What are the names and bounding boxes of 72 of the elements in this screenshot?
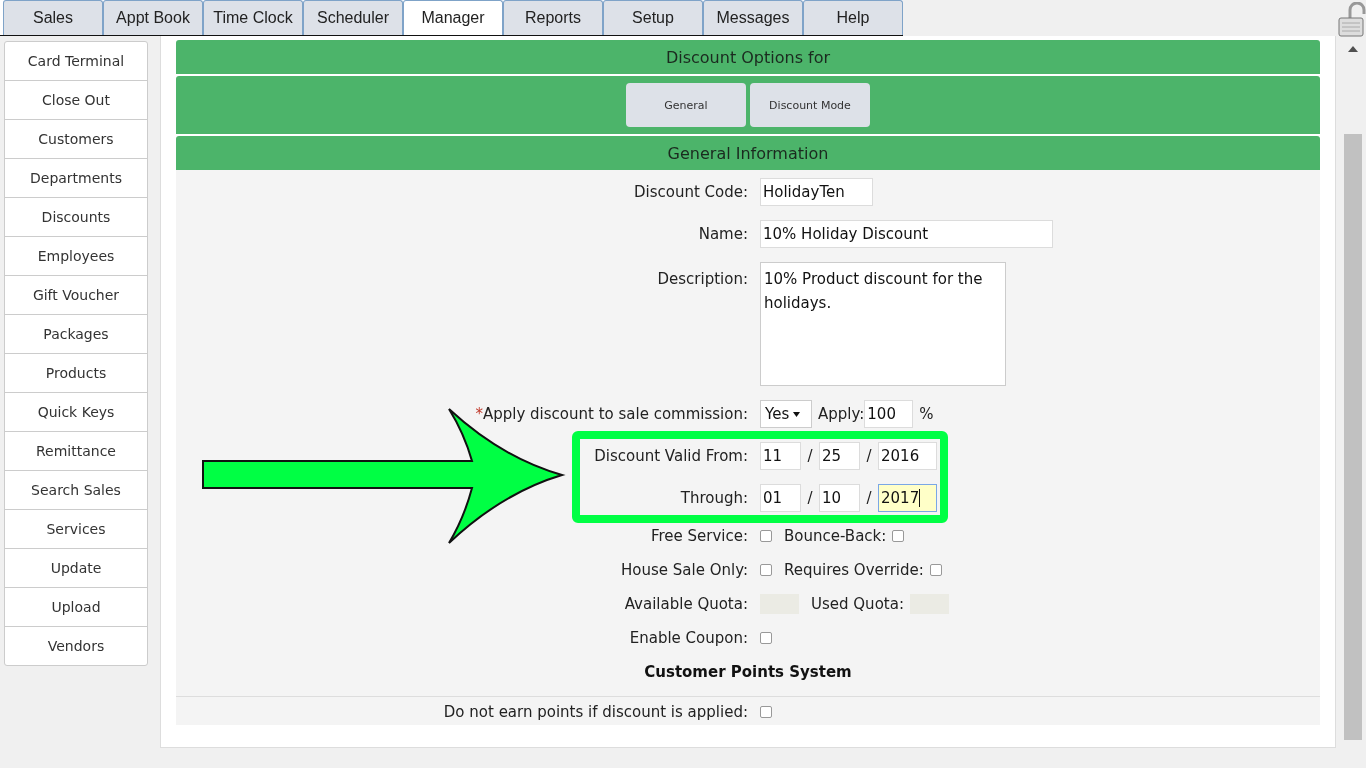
unit-label: % [919, 405, 934, 423]
nav-tab[interactable]: Reports [503, 0, 603, 35]
nav-tab[interactable]: Scheduler [303, 0, 403, 35]
sidebar-item[interactable]: Vendors [5, 626, 147, 665]
field-label: Used Quota: [811, 595, 904, 613]
section-button[interactable]: Discount Mode [750, 83, 870, 127]
sidebar-item[interactable]: Gift Voucher [5, 275, 147, 314]
description-field[interactable]: 10% Product discount for the holidays. [760, 262, 1006, 386]
date-field[interactable]: 01 [760, 484, 801, 512]
date-separator: / [865, 447, 873, 465]
checkbox[interactable] [760, 564, 772, 576]
field-label: Bounce-Back: [784, 527, 887, 545]
text-field[interactable]: HolidayTen [760, 178, 873, 206]
padlock-icon[interactable] [1338, 2, 1366, 38]
field-label: Available Quota: [624, 595, 748, 613]
sidebar-item[interactable]: Remittance [5, 431, 147, 470]
date-separator: / [806, 447, 814, 465]
yes-no-select[interactable]: Yes [760, 400, 812, 428]
field-label: Apply: [818, 405, 865, 423]
field-label: Enable Coupon: [629, 629, 748, 647]
date-field[interactable]: 11 [760, 442, 801, 470]
checkbox[interactable] [760, 706, 772, 718]
nav-tab[interactable]: Messages [703, 0, 803, 35]
sidebar-item[interactable]: Close Out [5, 80, 147, 119]
field-label: Do not earn points if discount is applied: [443, 703, 748, 721]
nav-tab[interactable]: Setup [603, 0, 703, 35]
text-cursor [919, 489, 921, 507]
sidebar-item[interactable]: Packages [5, 314, 147, 353]
sidebar-item[interactable]: Departments [5, 158, 147, 197]
checkbox[interactable] [760, 632, 772, 644]
sidebar-item[interactable]: Discounts [5, 197, 147, 236]
sidebar-item[interactable]: Quick Keys [5, 392, 147, 431]
date-separator: / [806, 489, 814, 507]
field-label: Discount Code: [633, 183, 748, 201]
field-label: House Sale Only: [621, 561, 748, 579]
sidebar-item[interactable]: Services [5, 509, 147, 548]
date-field[interactable]: 2017 [878, 484, 937, 512]
nav-tab[interactable]: Time Clock [203, 0, 303, 35]
sidebar-item[interactable]: Card Terminal [5, 42, 147, 80]
sidebar-item[interactable]: Update [5, 548, 147, 587]
field-label: *Apply discount to sale commission: [475, 405, 748, 423]
date-field[interactable]: 25 [819, 442, 860, 470]
checkbox[interactable] [760, 530, 772, 542]
section-title: General Information [667, 143, 829, 163]
panel-title: Discount Options for [665, 47, 831, 67]
sidebar-item[interactable]: Customers [5, 119, 147, 158]
scroll-thumb[interactable] [1344, 134, 1362, 740]
sidebar-item[interactable]: Search Sales [5, 470, 147, 509]
field-label: Through: [680, 489, 748, 507]
checkbox[interactable] [892, 530, 905, 542]
caret-icon [793, 411, 801, 417]
nav-tab[interactable]: Help [803, 0, 903, 35]
percent-field[interactable]: 100 [864, 400, 914, 428]
section-heading: Customer Points System [644, 663, 852, 681]
sidebar-item[interactable]: Products [5, 353, 147, 392]
field-label: Free Service: [650, 527, 748, 545]
text-field[interactable]: 10% Holiday Discount [760, 220, 1053, 248]
nav-tab[interactable]: Manager [403, 0, 503, 35]
field-label: Discount Valid From: [594, 447, 748, 465]
sidebar-item[interactable]: Employees [5, 236, 147, 275]
field-label: Description: [657, 269, 748, 288]
section-button[interactable]: General [626, 83, 746, 127]
checkbox[interactable] [929, 564, 942, 576]
date-field[interactable]: 10 [819, 484, 860, 512]
scroll-up-icon[interactable] [1348, 46, 1358, 52]
sidebar-item[interactable]: Upload [5, 587, 147, 626]
nav-tab[interactable]: Appt Book [103, 0, 203, 35]
field-label: Name: [698, 225, 748, 243]
field-label: Requires Override: [784, 561, 924, 579]
nav-tab[interactable]: Sales [3, 0, 103, 35]
date-separator: / [865, 489, 873, 507]
date-field[interactable]: 2016 [878, 442, 937, 470]
